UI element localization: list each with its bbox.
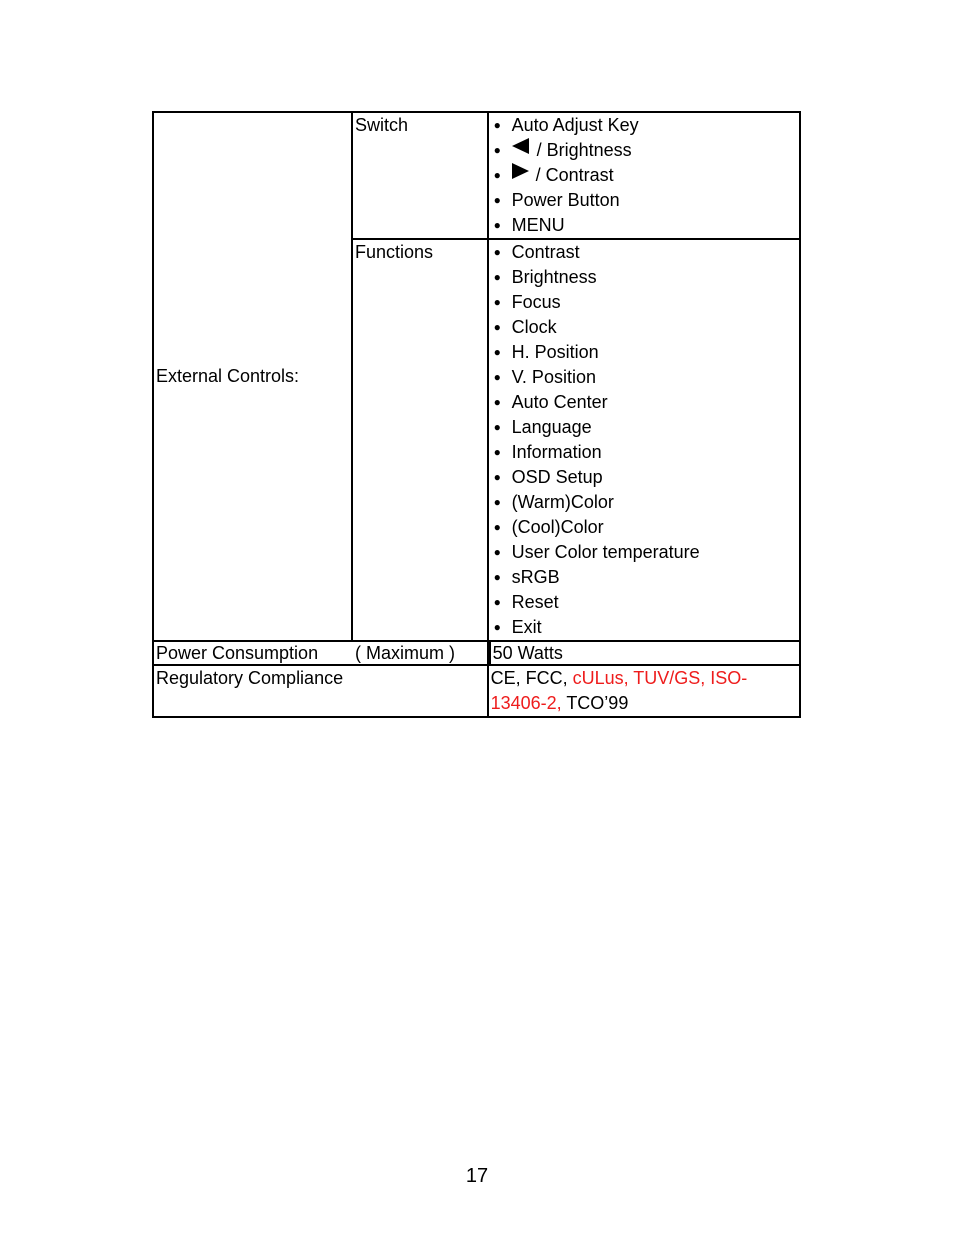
list-item: ● User Color temperature — [491, 540, 799, 565]
bullet-icon: ● — [493, 445, 501, 459]
list-item-text: Contrast — [511, 242, 580, 262]
list-item: ● Auto Adjust Key — [491, 113, 799, 138]
bullet-icon: ● — [493, 470, 501, 484]
external-controls-label: External Controls: — [151, 111, 354, 642]
list-item-text: Clock — [511, 317, 557, 337]
bullet-icon: ● — [493, 495, 501, 509]
bullet-icon: ● — [493, 118, 501, 132]
compliance-text: TCO’99 — [561, 693, 629, 713]
list-item-text: OSD Setup — [511, 467, 603, 487]
compliance-text: CE, FCC, — [490, 668, 573, 688]
bullet-icon: ● — [493, 595, 501, 609]
list-item-text: (Warm)Color — [511, 492, 614, 512]
list-item: ● H. Position — [491, 340, 799, 365]
power-consumption-value-cell: 50 Watts — [486, 640, 802, 666]
list-item-text: Language — [511, 417, 592, 437]
bullet-icon: ● — [493, 545, 501, 559]
list-item-text: User Color temperature — [511, 542, 700, 562]
power-consumption-label: Power Consumption — [156, 643, 319, 663]
list-item-text: Auto Center — [511, 392, 608, 412]
list-item: ● Exit — [491, 615, 799, 640]
list-item-text: (Cool)Color — [511, 517, 604, 537]
list-item: ● Brightness — [491, 265, 799, 290]
list-item: ● Focus — [491, 290, 799, 315]
list-item-text: Reset — [511, 592, 559, 612]
document-page: External Controls: Switch ● Auto Adjust K… — [0, 0, 954, 1235]
list-item: ● Power Button — [491, 188, 799, 213]
page-number: 17 — [465, 1165, 489, 1187]
list-item-text: Auto Adjust Key — [511, 115, 639, 135]
list-item: ● Clock — [491, 315, 799, 340]
switch-items-cell: ● Auto Adjust Key ● / Brightness ● / Contrast… — [486, 111, 802, 240]
power-consumption-row: Power Consumption ( Maximum ) 50 Watts — [152, 640, 802, 666]
bullet-icon: ● — [493, 345, 501, 359]
list-item-text: Brightness — [511, 267, 597, 287]
list-item: ● / Brightness — [491, 138, 799, 163]
list-item: ● Information — [491, 440, 799, 465]
list-item: ● (Cool)Color — [491, 515, 799, 540]
list-item: ● OSD Setup — [491, 465, 799, 490]
list-item: ● V. Position — [491, 365, 799, 390]
bullet-icon: ● — [493, 193, 501, 207]
list-item-text: / Brightness — [536, 140, 632, 160]
bullet-icon: ● — [493, 395, 501, 409]
switch-row: External Controls: Switch ● Auto Adjust K… — [151, 111, 802, 642]
list-item-text: Information — [511, 442, 602, 462]
right-triangle-icon — [511, 163, 529, 179]
bullet-icon: ● — [493, 143, 501, 157]
list-item: ● Reset — [491, 590, 799, 615]
functions-list: ● Contrast ● Brightness ● Focus ● Clock ● H. Posi… — [491, 240, 799, 640]
regulatory-compliance-row: Regulatory Compliance CE, FCC, cULus, TU… — [152, 664, 802, 718]
list-item-text: Focus — [511, 292, 561, 312]
list-item-text: V. Position — [511, 367, 596, 387]
bullet-icon: ● — [493, 320, 501, 334]
list-item: ● Auto Center — [491, 390, 799, 415]
list-item-text: / Contrast — [535, 165, 614, 185]
switch-list: ● Auto Adjust Key ● / Brightness ● / Contrast… — [491, 113, 799, 238]
left-triangle-icon — [511, 138, 529, 154]
list-item: ● Contrast — [491, 240, 799, 265]
list-item: ● Language — [491, 415, 799, 440]
specifications-table: External Controls: Switch ● Auto Adjust K… — [151, 111, 802, 718]
regulatory-compliance-value: CE, FCC, cULus, TUV/GS, ISO-13406-2, TCO… — [486, 664, 802, 718]
bullet-icon: ● — [493, 420, 501, 434]
bullet-icon: ● — [493, 295, 501, 309]
regulatory-compliance-label: Regulatory Compliance — [152, 664, 489, 718]
list-item: ● sRGB — [491, 565, 799, 590]
list-item-text: Power Button — [511, 190, 620, 210]
list-item-text: H. Position — [511, 342, 599, 362]
functions-label: Functions — [351, 238, 489, 642]
bullet-icon: ● — [493, 620, 501, 634]
functions-items-cell: ● Contrast ● Brightness ● Focus ● Clock ● H. Posi… — [486, 238, 802, 642]
list-item-text: MENU — [511, 215, 565, 235]
list-item: ● / Contrast — [491, 163, 799, 188]
list-item-text: sRGB — [511, 567, 560, 587]
power-consumption-qualifier: ( Maximum ) — [355, 643, 455, 663]
bullet-icon: ● — [493, 270, 501, 284]
switch-label: Switch — [351, 111, 489, 240]
bullet-icon: ● — [493, 570, 501, 584]
power-consumption-value: 50 Watts — [488, 642, 799, 664]
bullet-icon: ● — [493, 218, 501, 232]
power-consumption-label-cell: Power Consumption ( Maximum ) — [152, 640, 489, 666]
list-item-text: Exit — [511, 617, 542, 637]
bullet-icon: ● — [493, 168, 501, 182]
bullet-icon: ● — [493, 520, 501, 534]
bullet-icon: ● — [493, 245, 501, 259]
bullet-icon: ● — [493, 370, 501, 384]
list-item: ● (Warm)Color — [491, 490, 799, 515]
list-item: ● MENU — [491, 213, 799, 238]
